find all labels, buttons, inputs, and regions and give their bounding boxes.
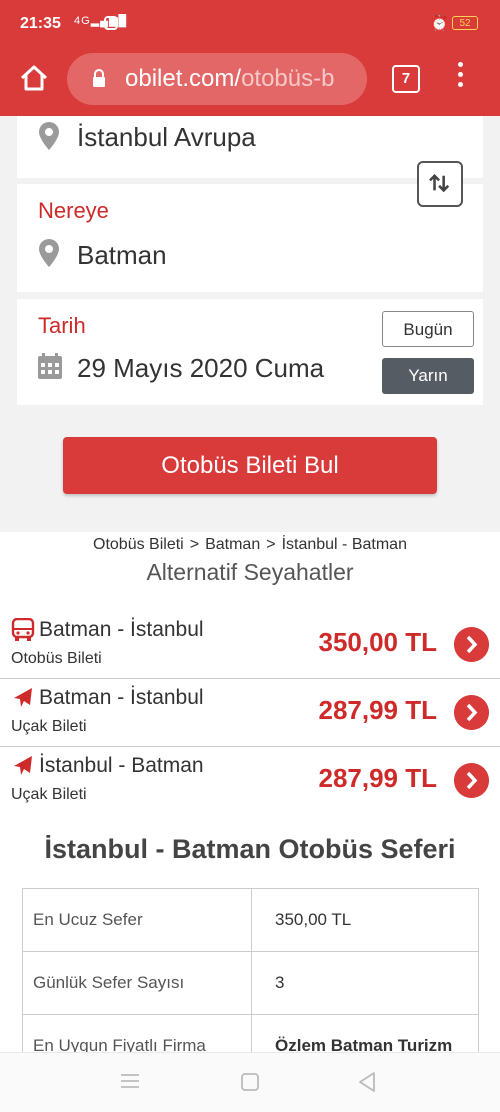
find-bus-ticket-button[interactable]: Otobüs Bileti Bul [63, 437, 437, 494]
date-value: 29 Mayıs 2020 Cuma [77, 353, 325, 383]
to-label: Nereye [38, 198, 109, 223]
breadcrumb-item: İstanbul - Batman [281, 536, 407, 553]
chevron-right-icon[interactable] [454, 695, 489, 730]
breadcrumb: Otobüs Bileti > Batman > İstanbul - Batman [0, 536, 500, 554]
location-pin-icon [39, 122, 59, 150]
breadcrumb-item[interactable]: Batman [205, 536, 260, 553]
trip-type: Otobüs Bileti [11, 650, 102, 667]
chevron-right-icon[interactable] [454, 763, 489, 798]
from-card[interactable]: İstanbul Avrupa [17, 116, 483, 178]
calendar-icon [38, 353, 62, 379]
system-navigation-bar [0, 1052, 500, 1112]
today-button[interactable]: Bugün [382, 311, 474, 347]
table-row: Günlük Sefer Sayısı 3 [22, 951, 479, 1015]
tab-switcher-button[interactable]: 7 [392, 65, 420, 93]
signal-icon: 4G▂▄▆█ [74, 15, 128, 27]
lock-icon [93, 69, 105, 87]
location-pin-icon [39, 239, 59, 267]
swap-button[interactable] [417, 161, 463, 207]
trip-price: 287,99 TL [318, 695, 437, 725]
trip-price: 287,99 TL [318, 763, 437, 793]
recents-menu-icon[interactable] [120, 1073, 140, 1089]
url-text: obilet.com/otobüs-b [125, 65, 335, 92]
home-nav-icon[interactable] [241, 1073, 259, 1091]
alternative-trip-row[interactable]: Batman - İstanbul Otobüs Bileti 350,00 T… [0, 610, 500, 679]
date-label: Tarih [38, 313, 86, 338]
address-bar[interactable]: obilet.com/otobüs-b [67, 53, 367, 105]
table-key: En Ucuz Sefer [22, 888, 252, 952]
plane-icon [14, 756, 32, 775]
browser-toolbar: obilet.com/otobüs-b 7 [0, 48, 500, 116]
breadcrumb-separator: > [189, 536, 200, 553]
breadcrumb-item[interactable]: Otobüs Bileti [93, 536, 184, 553]
trip-route: Batman - İstanbul [39, 686, 204, 709]
alternative-trip-row[interactable]: Batman - İstanbul Uçak Bileti 287,99 TL [0, 678, 500, 747]
alarm-icon: ⏰ [430, 15, 449, 32]
from-value: İstanbul Avrupa [77, 122, 256, 152]
tomorrow-button[interactable]: Yarın [382, 358, 474, 394]
trip-price: 350,00 TL [318, 627, 437, 657]
status-bar: 21:35 4G▂▄▆█ ⏰ 52 [0, 0, 500, 48]
table-value: 3 [251, 951, 479, 1015]
bus-icon [11, 618, 35, 641]
instagram-notification-icon [104, 16, 118, 30]
battery-level: 52 [459, 18, 471, 29]
route-info-title: İstanbul - Batman Otobüs Seferi [44, 834, 456, 864]
trip-route: Batman - İstanbul [39, 618, 204, 641]
trip-type: Uçak Bileti [11, 786, 87, 803]
home-icon[interactable] [18, 62, 50, 94]
trip-route: İstanbul - Batman [39, 754, 204, 777]
battery-icon: 52 [452, 16, 478, 30]
route-info-table: En Ucuz Sefer 350,00 TL Günlük Sefer Sayı… [22, 888, 479, 1078]
to-value: Batman [77, 240, 167, 270]
chevron-right-icon[interactable] [454, 627, 489, 662]
table-row: En Ucuz Sefer 350,00 TL [22, 888, 479, 952]
plane-icon [13, 688, 33, 707]
to-card[interactable]: Nereye Batman [17, 184, 483, 292]
trip-type: Uçak Bileti [11, 718, 87, 735]
breadcrumb-separator: > [266, 536, 276, 553]
alternatives-title: Alternatif Seyahatler [146, 559, 354, 585]
more-menu-icon[interactable] [455, 62, 465, 94]
status-time: 21:35 [20, 15, 61, 32]
alternative-trip-row[interactable]: İstanbul - Batman Uçak Bileti 287,99 TL [0, 746, 500, 814]
table-key: Günlük Sefer Sayısı [22, 951, 252, 1015]
back-nav-icon[interactable] [358, 1072, 376, 1092]
results-section: Otobüs Bileti > Batman > İstanbul - Batman A… [0, 532, 500, 1078]
table-value: 350,00 TL [251, 888, 479, 952]
swap-arrows-icon [429, 173, 450, 193]
